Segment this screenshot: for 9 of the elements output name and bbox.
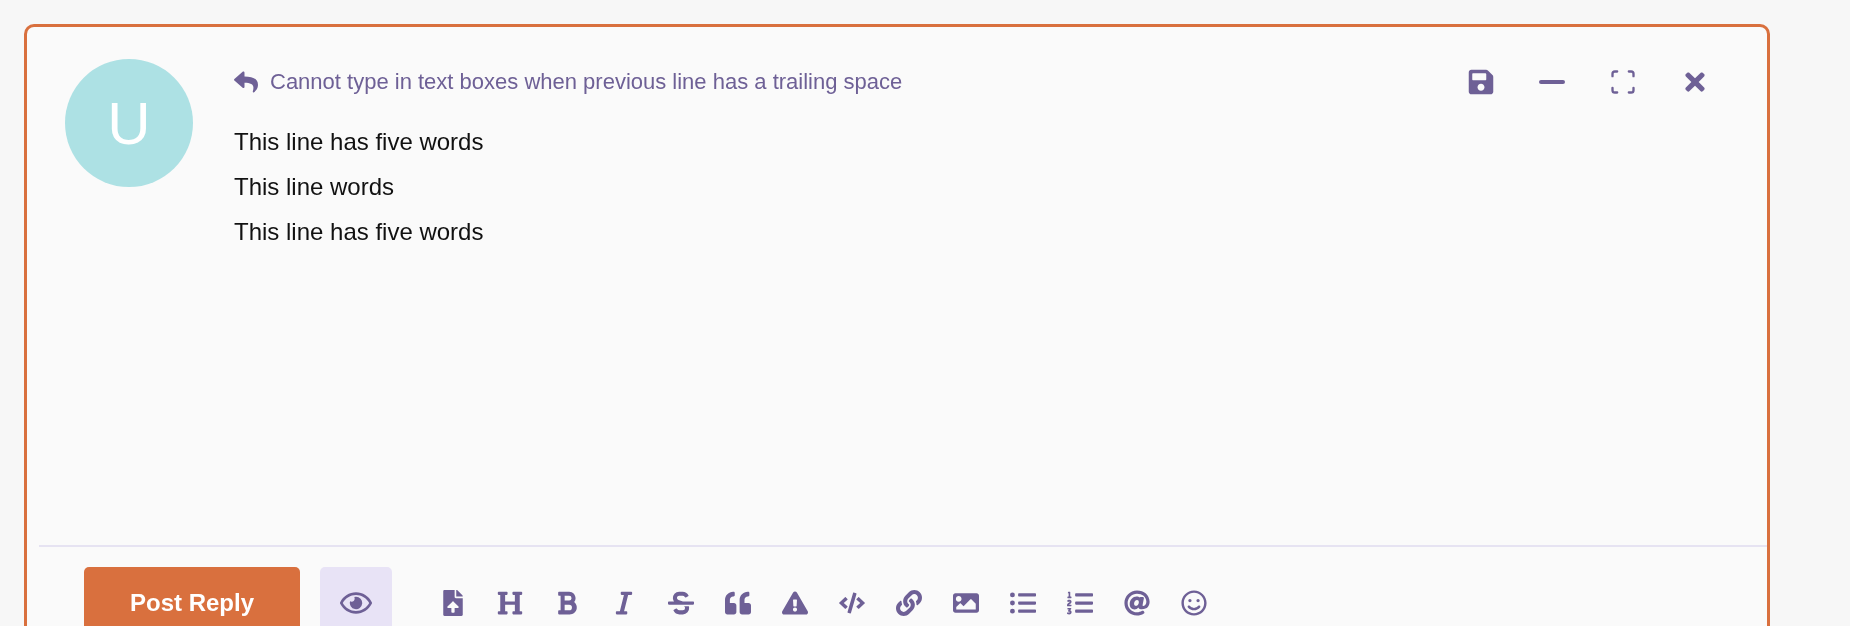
editor-text[interactable]: This line has five words This line words This line has five words: [234, 119, 1767, 254]
reply-title: Cannot type in text boxes when previous line has a trailing space: [270, 69, 903, 95]
user-avatar: U: [65, 59, 193, 187]
save-draft-button[interactable]: [1467, 68, 1495, 96]
minus-icon: [1539, 80, 1565, 84]
minimize-button[interactable]: [1539, 80, 1565, 84]
fullscreen-button[interactable]: [1609, 68, 1637, 96]
reply-icon: [234, 70, 258, 94]
preview-toggle-button[interactable]: [320, 567, 392, 626]
